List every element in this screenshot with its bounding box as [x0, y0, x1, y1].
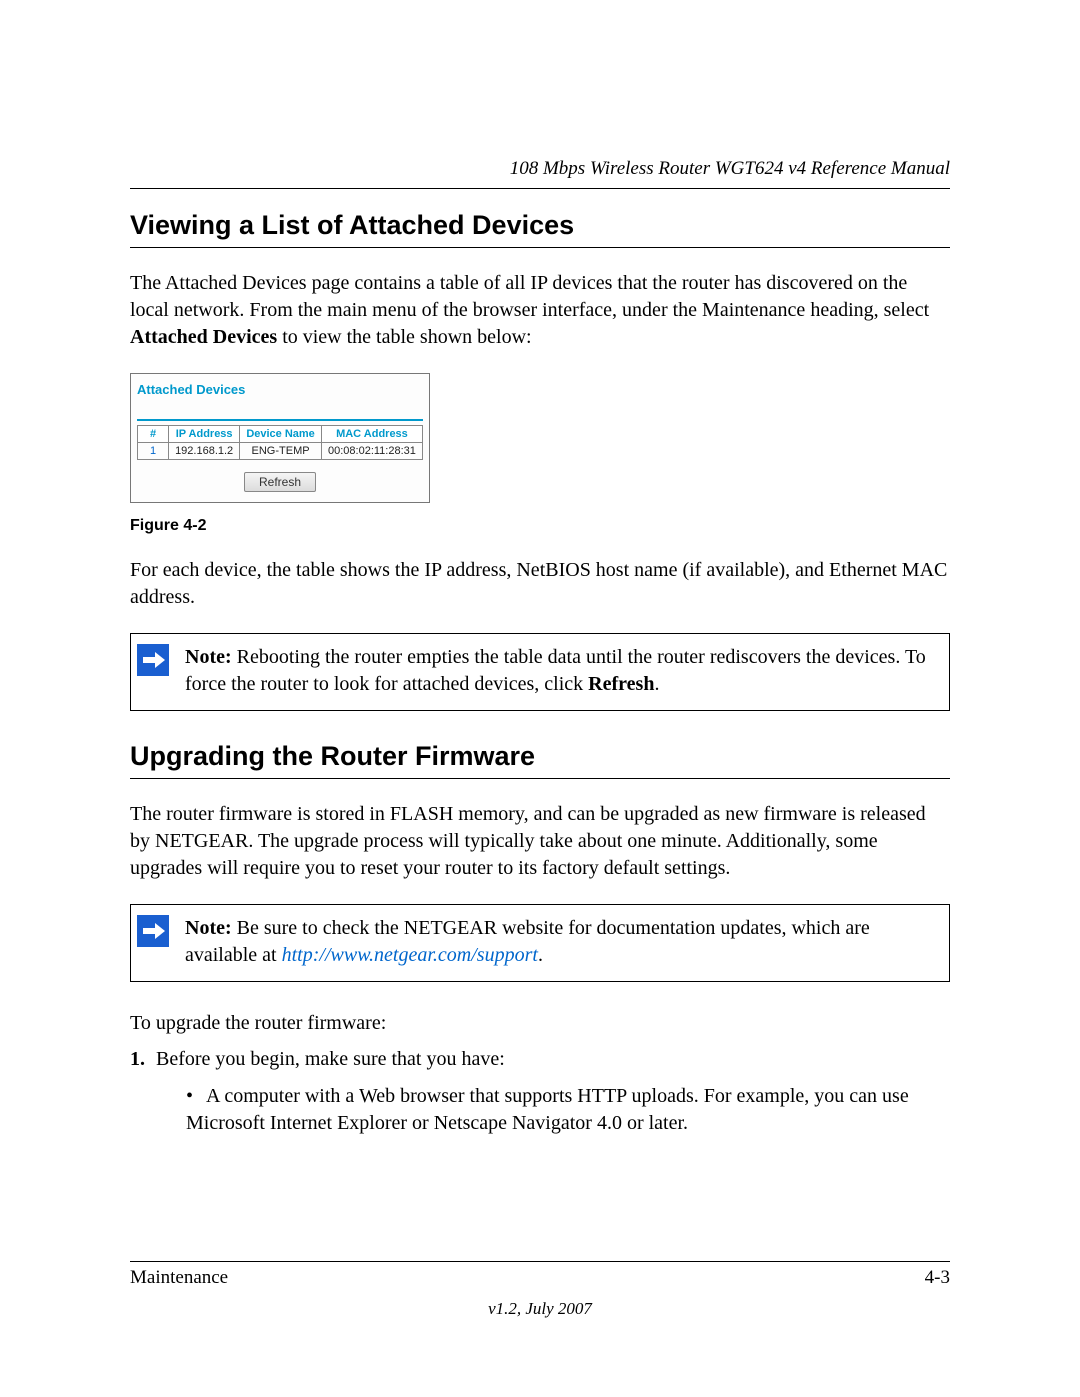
device-table: # IP Address Device Name MAC Address 1 1…: [137, 425, 423, 460]
cell-ip: 192.168.1.2: [169, 443, 240, 460]
support-link[interactable]: http://www.netgear.com/support: [282, 944, 538, 966]
refresh-button[interactable]: Refresh: [244, 472, 316, 492]
attached-devices-screenshot: Attached Devices # IP Address Device Nam…: [130, 373, 430, 503]
panel-separator: [137, 419, 423, 421]
cell-mac: 00:08:02:11:28:31: [321, 443, 422, 460]
footer-line: Maintenance 4-3: [130, 1267, 950, 1289]
running-head: 108 Mbps Wireless Router WGT624 v4 Refer…: [130, 158, 950, 189]
refresh-row: Refresh: [137, 472, 423, 492]
note-box-website: Note: Be sure to check the NETGEAR websi…: [130, 904, 950, 982]
col-name: Device Name: [240, 426, 322, 443]
figure-caption: Figure 4-2: [130, 517, 950, 535]
table-row: 1 192.168.1.2 ENG-TEMP 00:08:02:11:28:31: [138, 443, 423, 460]
heading-attached-devices: Viewing a List of Attached Devices: [130, 210, 950, 248]
page: 108 Mbps Wireless Router WGT624 v4 Refer…: [0, 0, 1080, 1397]
text: to view the table shown below:: [277, 326, 531, 348]
text: .: [538, 944, 543, 966]
note-text: Note: Be sure to check the NETGEAR websi…: [179, 905, 949, 981]
bullet-dot: •: [186, 1083, 206, 1110]
text: Rebooting the router empties the table d…: [185, 646, 926, 695]
bold-attached-devices: Attached Devices: [130, 326, 277, 348]
upgrade-intro: To upgrade the router firmware:: [130, 1010, 950, 1037]
para-firmware-intro: The router firmware is stored in FLASH m…: [130, 801, 950, 882]
heading-upgrade-firmware: Upgrading the Router Firmware: [130, 741, 950, 779]
footer-right: 4-3: [925, 1267, 950, 1289]
cell-num: 1: [138, 443, 169, 460]
text: The Attached Devices page contains a tab…: [130, 272, 929, 321]
step-text: Before you begin, make sure that you hav…: [156, 1048, 505, 1070]
bullet-item: •A computer with a Web browser that supp…: [186, 1083, 950, 1137]
note-label: Note:: [185, 917, 232, 939]
footer-version: v1.2, July 2007: [0, 1299, 1080, 1319]
content: Viewing a List of Attached Devices The A…: [130, 210, 950, 1137]
col-mac: MAC Address: [321, 426, 422, 443]
footer-rule: [130, 1261, 950, 1262]
note-refresh-bold: Refresh: [588, 673, 654, 695]
arrow-right-icon: [131, 905, 179, 947]
col-ip: IP Address: [169, 426, 240, 443]
para-table-desc: For each device, the table shows the IP …: [130, 557, 950, 611]
bullet-text: A computer with a Web browser that suppo…: [186, 1085, 909, 1134]
note-text: Note: Rebooting the router empties the t…: [179, 634, 949, 710]
ordered-step: 1.Before you begin, make sure that you h…: [130, 1045, 950, 1073]
text: .: [654, 673, 659, 695]
panel-title: Attached Devices: [137, 380, 423, 401]
note-label: Note:: [185, 646, 232, 668]
step-number: 1.: [130, 1045, 156, 1073]
footer-left: Maintenance: [130, 1267, 228, 1289]
para-attached-intro: The Attached Devices page contains a tab…: [130, 270, 950, 351]
note-box-reboot: Note: Rebooting the router empties the t…: [130, 633, 950, 711]
col-num: #: [138, 426, 169, 443]
cell-name: ENG-TEMP: [240, 443, 322, 460]
table-header-row: # IP Address Device Name MAC Address: [138, 426, 423, 443]
arrow-right-icon: [131, 634, 179, 676]
